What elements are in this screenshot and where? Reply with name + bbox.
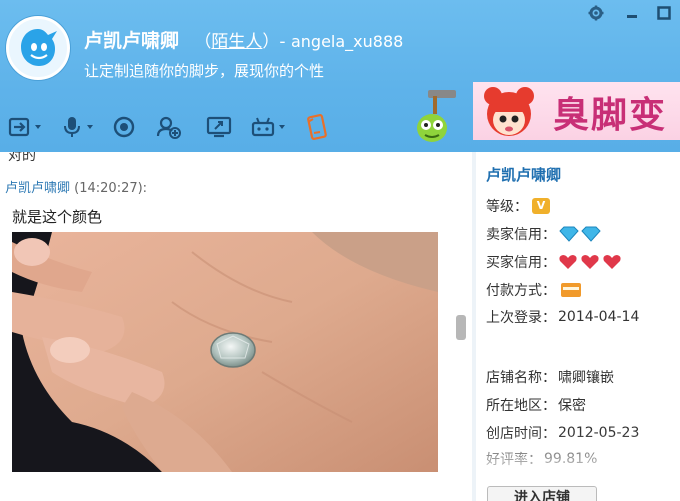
diamond-rating-icon[interactable] — [558, 226, 602, 242]
relation-link[interactable]: 陌生人 — [211, 32, 262, 52]
credit-card-icon — [561, 283, 581, 297]
message-header: 卢凯卢啸卿 (14:20:27): — [5, 177, 147, 196]
chevron-down-icon — [87, 125, 93, 129]
hand-with-gem-ring-photo[interactable] — [12, 232, 438, 472]
relation-close-paren: ）- — [262, 32, 291, 52]
chat-scrollbar-thumb[interactable] — [456, 315, 466, 340]
phone-note-button[interactable] — [304, 108, 330, 146]
region-label: 所在地区： — [486, 398, 556, 414]
file-transfer-icon — [8, 117, 30, 137]
wangwang-logo-icon — [21, 29, 57, 66]
message-sender[interactable]: 卢凯卢啸卿 — [5, 181, 70, 196]
shop-name-label: 店铺名称： — [486, 370, 556, 386]
shop-name-row: 店铺名称： 啸卿镶嵌 — [486, 367, 614, 387]
message-text: 就是这个颜色 — [12, 208, 103, 226]
chevron-down-icon — [279, 125, 285, 129]
remote-assist-button[interactable] — [250, 108, 286, 146]
relation-open-paren: （ — [194, 32, 212, 52]
shop-name-value[interactable]: 啸卿镶嵌 — [558, 367, 614, 387]
seller-info-panel: 卢凯卢啸卿 等级： V 卖家信用： 买家信用： 付款方式： 上次登录： 2014… — [476, 152, 680, 501]
ad-banner[interactable]: 臭脚变 — [473, 82, 680, 140]
add-contact-icon — [156, 116, 181, 139]
cartoon-girl-icon — [484, 87, 534, 136]
video-button[interactable] — [112, 108, 136, 146]
enter-shop-button[interactable]: 进入店铺 — [487, 486, 597, 501]
microphone-icon — [64, 117, 80, 137]
banner-text: 臭脚变 — [553, 94, 668, 136]
contact-signature: 让定制追随你的脚步，展现你的个性 — [84, 62, 325, 80]
hammer-mascot-icon[interactable] — [410, 88, 460, 144]
seller-credit-row: 卖家信用： — [486, 224, 602, 244]
heart-rating-icon[interactable] — [558, 253, 624, 271]
file-transfer-button[interactable] — [8, 108, 42, 146]
last-login-value: 2014-04-14 — [558, 309, 640, 325]
title-bar: 卢凯卢啸卿 （陌生人）- angela_xu888 让定制追随你的脚步，展现你的… — [0, 0, 680, 152]
level-label: 等级： — [486, 199, 528, 215]
chevron-down-icon — [35, 125, 41, 129]
minimize-icon[interactable] — [622, 4, 642, 22]
screen-share-button[interactable] — [206, 108, 232, 146]
contact-title: 卢凯卢啸卿 （陌生人）- angela_xu888 — [84, 26, 403, 53]
rating-label: 好评率： — [486, 452, 542, 468]
chat-history: 对的 卢凯卢啸卿 (14:20:27): 就是这个颜色 — [0, 152, 472, 501]
chat-toolbar — [0, 108, 360, 146]
add-contact-button[interactable] — [156, 108, 182, 146]
seller-credit-label: 卖家信用： — [486, 227, 556, 243]
last-login-label: 上次登录： — [486, 310, 556, 326]
phone-note-icon — [307, 114, 327, 140]
contact-name[interactable]: 卢凯卢啸卿 — [84, 30, 179, 52]
founded-row: 创店时间： 2012-05-23 — [486, 423, 639, 443]
voice-button[interactable] — [60, 108, 94, 146]
previous-message-text: 对的 — [8, 152, 36, 164]
rating-value: 99.81% — [544, 451, 598, 467]
screen-share-icon — [206, 116, 232, 138]
level-badge: V — [532, 198, 550, 214]
founded-value: 2012-05-23 — [558, 425, 640, 441]
buyer-credit-row: 买家信用： — [486, 252, 624, 272]
level-row: 等级： V — [486, 196, 550, 216]
region-value: 保密 — [558, 398, 586, 414]
region-row: 所在地区： 保密 — [486, 395, 586, 415]
message-time: (14:20:27): — [74, 181, 148, 196]
buyer-credit-label: 买家信用： — [486, 255, 556, 271]
contact-avatar[interactable] — [6, 16, 70, 80]
payment-label: 付款方式： — [486, 283, 556, 299]
contact-account: angela_xu888 — [290, 32, 404, 51]
last-login-row: 上次登录： 2014-04-14 — [486, 307, 639, 327]
maximize-icon[interactable] — [654, 4, 674, 22]
rating-row: 好评率： 99.81% — [486, 449, 597, 469]
founded-label: 创店时间： — [486, 426, 556, 442]
camera-icon — [113, 116, 135, 138]
settings-icon[interactable] — [586, 4, 606, 22]
seller-name-link[interactable]: 卢凯卢啸卿 — [486, 164, 561, 185]
remote-assist-icon — [251, 117, 275, 137]
payment-row: 付款方式： — [486, 280, 581, 300]
